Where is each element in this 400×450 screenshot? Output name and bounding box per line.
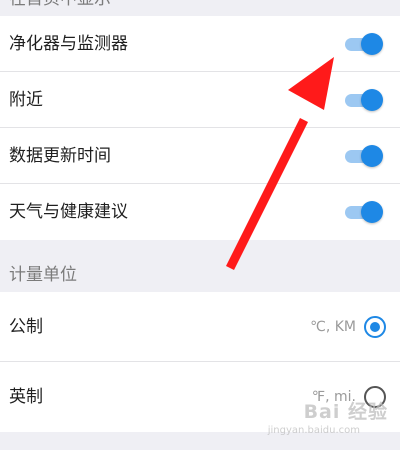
setting-row-update-time[interactable]: 数据更新时间 [0,128,400,184]
unit-detail: ℃, KM [310,319,356,335]
setting-row-weather-health[interactable]: 天气与健康建议 [0,184,400,240]
setting-row-purifier-monitor[interactable]: 净化器与监测器 [0,16,400,72]
update-time-toggle[interactable] [345,145,383,167]
unit-label: 英制 [9,387,43,407]
setting-label: 附近 [9,90,43,110]
home-display-toggle-list: 净化器与监测器 附近 数据更新时间 天气与健康建议 [0,16,400,240]
unit-label: 公制 [9,317,43,337]
watermark-logo: Bai 经验 [303,401,388,423]
setting-row-nearby[interactable]: 附近 [0,72,400,128]
radio-dot [370,322,380,332]
purifier-monitor-toggle[interactable] [345,33,383,55]
toggle-knob [361,89,383,111]
setting-label: 数据更新时间 [9,146,111,166]
toggle-knob [361,145,383,167]
metric-radio[interactable] [364,316,386,338]
watermark-url: jingyan.baidu.com [267,425,360,436]
settings-page: 在首页中显示 净化器与监测器 附近 数据更新时间 天气与健康建议 [0,0,400,450]
nearby-toggle[interactable] [345,89,383,111]
unit-row-metric[interactable]: 公制 ℃, KM [0,292,400,362]
weather-health-toggle[interactable] [345,201,383,223]
setting-label: 净化器与监测器 [9,34,128,54]
toggle-knob [361,201,383,223]
toggle-knob [361,33,383,55]
section-header-units: 计量单位 [0,240,400,292]
setting-label: 天气与健康建议 [9,202,128,222]
